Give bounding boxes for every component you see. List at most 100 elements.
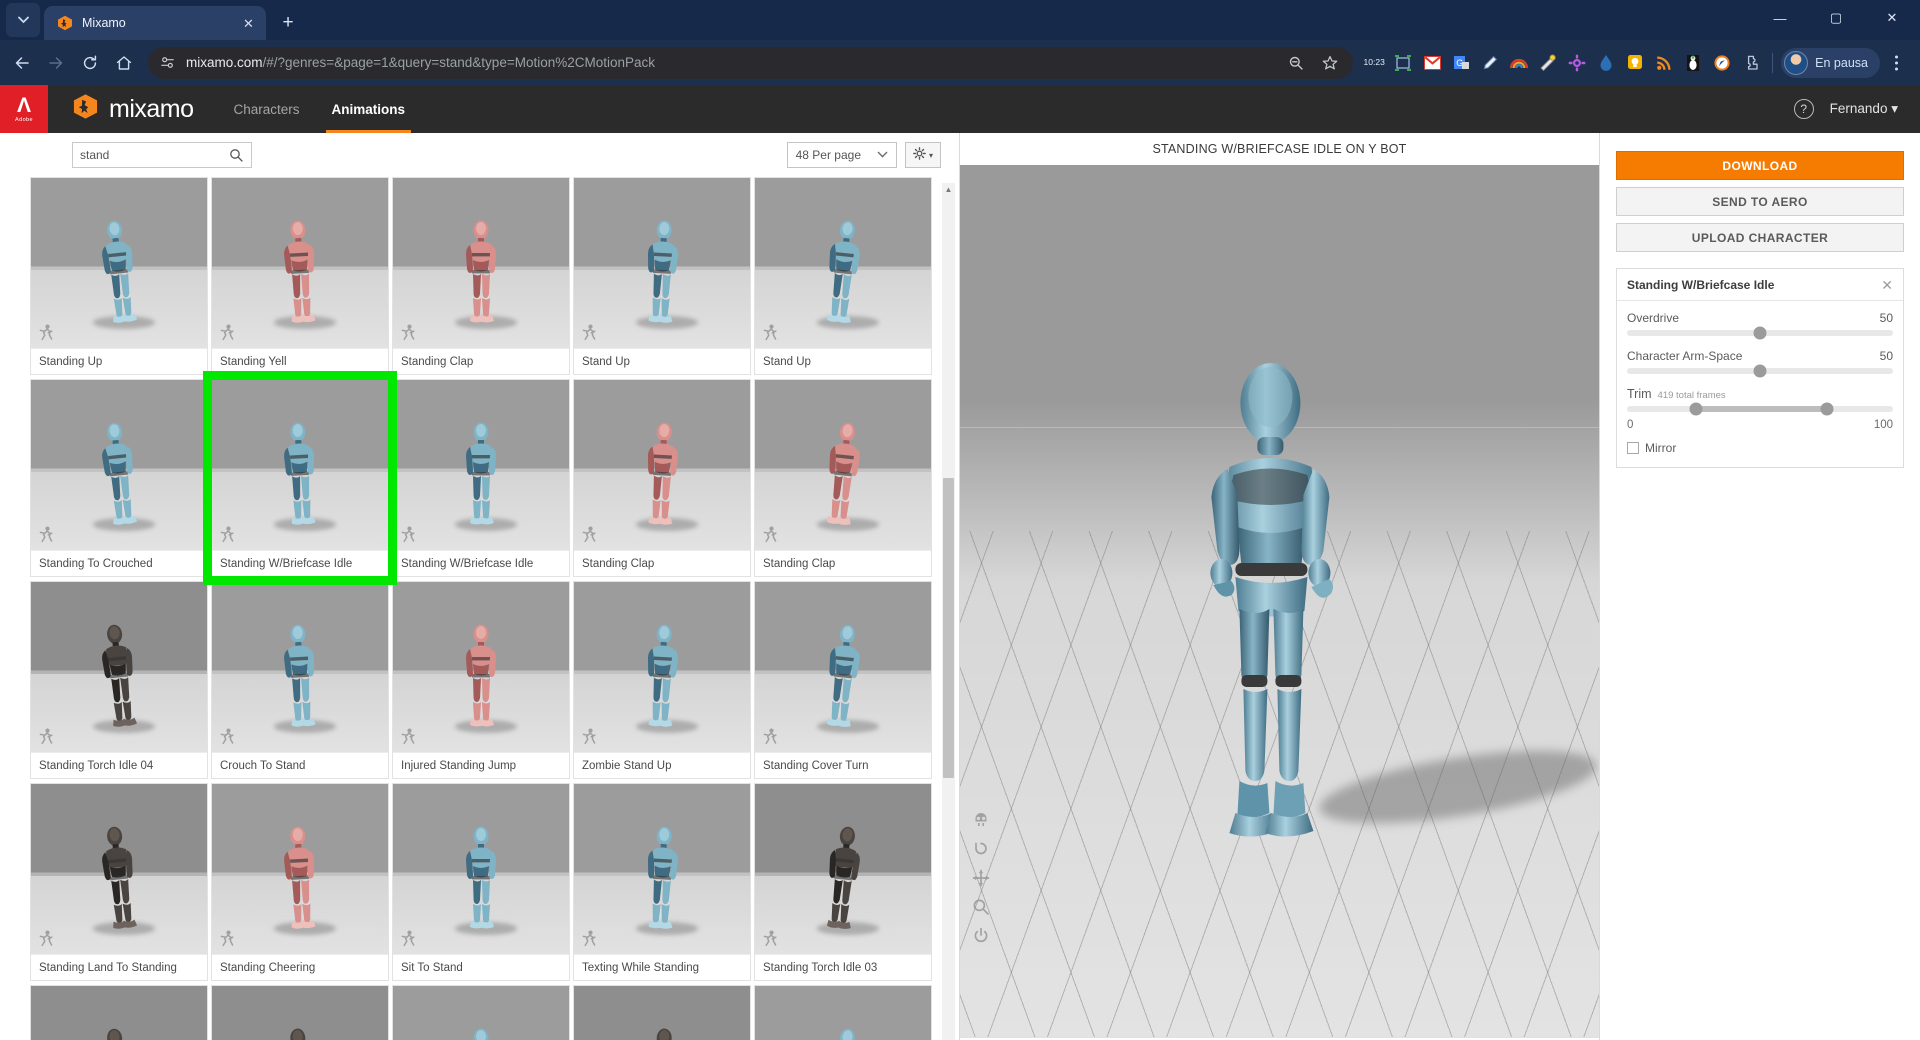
eyedropper-extension[interactable] xyxy=(1477,50,1503,76)
animation-card[interactable]: Sit To Stand xyxy=(392,783,570,981)
browser-tab[interactable]: Mixamo ✕ xyxy=(44,6,266,40)
animation-card[interactable]: Standing Torch Idle 03 xyxy=(754,783,932,981)
trim-end-handle[interactable] xyxy=(1820,402,1833,416)
running-person-icon xyxy=(762,526,778,544)
animation-card[interactable]: Standing Clap xyxy=(754,379,932,577)
kebab-menu-icon[interactable] xyxy=(1882,49,1910,77)
forward-button[interactable] xyxy=(40,47,72,79)
search-input[interactable] xyxy=(80,148,224,162)
reset-rotate-icon[interactable] xyxy=(972,840,990,858)
adobe-logo[interactable]: Λ Adobe xyxy=(0,85,48,133)
search-icon[interactable] xyxy=(228,147,244,163)
animation-card[interactable]: Standing Torch Idle 04 xyxy=(30,581,208,779)
download-button[interactable]: DOWNLOAD xyxy=(1616,151,1904,180)
minimize-button[interactable]: — xyxy=(1752,0,1808,36)
animation-card-label: Standing Cover Turn xyxy=(755,752,931,778)
close-icon[interactable]: ✕ xyxy=(1881,278,1893,292)
help-question-icon[interactable]: ? xyxy=(1793,99,1814,119)
app-body: 48 Per page xyxy=(0,133,1920,1040)
running-person-icon xyxy=(581,728,597,746)
animation-card[interactable] xyxy=(573,985,751,1040)
arm-space-slider[interactable] xyxy=(1627,364,1893,378)
zoom-icon[interactable] xyxy=(972,898,990,916)
animation-card[interactable]: Crouch To Stand xyxy=(211,581,389,779)
animation-card[interactable]: Standing To Crouched xyxy=(30,379,208,577)
animation-grid-scroll[interactable]: Standing Up Standing Yell Standing Clap Sta… xyxy=(0,177,959,1040)
address-bar[interactable]: mixamo.com/#/?genres=&page=1&query=stand… xyxy=(148,46,1354,79)
grid-settings-button[interactable]: ▾ xyxy=(905,142,941,168)
site-settings-icon[interactable] xyxy=(156,52,178,74)
trim-total-frames: 419 total frames xyxy=(1657,390,1726,401)
send-to-aero-button[interactable]: SEND TO AERO xyxy=(1616,187,1904,216)
mirror-checkbox[interactable] xyxy=(1627,442,1639,454)
pan-move-icon[interactable] xyxy=(972,869,990,887)
animation-card[interactable]: Injured Standing Jump xyxy=(392,581,570,779)
rss-feed-extension[interactable] xyxy=(1651,50,1677,76)
thumbnail-character xyxy=(96,624,142,728)
gmail-extension[interactable] xyxy=(1419,50,1445,76)
water-drop-extension[interactable] xyxy=(1593,50,1619,76)
overdrive-handle[interactable] xyxy=(1753,326,1767,340)
scroll-up-arrow[interactable]: ▲ xyxy=(942,183,955,196)
animation-card[interactable]: Standing Yell xyxy=(211,177,389,375)
zoom-out-icon[interactable] xyxy=(1283,50,1309,76)
animation-card[interactable]: Standing Clap xyxy=(573,379,751,577)
trim-slider[interactable] xyxy=(1627,402,1893,416)
browse-scrollbar[interactable]: ▲ ▼ xyxy=(942,183,955,1040)
arrow-left-icon xyxy=(15,56,29,69)
screenshot-extension[interactable] xyxy=(1390,50,1416,76)
animation-card[interactable]: Standing Cover Turn xyxy=(754,581,932,779)
animation-card[interactable] xyxy=(211,985,389,1040)
animation-card[interactable]: Standing W/Briefcase Idle xyxy=(392,379,570,577)
settings-gear-extension[interactable] xyxy=(1564,50,1590,76)
search-box[interactable] xyxy=(72,142,252,168)
per-page-select[interactable]: 48 Per page xyxy=(786,142,897,168)
character-icon[interactable] xyxy=(972,811,990,829)
animation-card[interactable]: Standing Clap xyxy=(392,177,570,375)
animation-card[interactable]: Stand Up xyxy=(573,177,751,375)
star-icon[interactable] xyxy=(1317,50,1343,76)
mixamo-user-menu[interactable]: Fernando ▾ xyxy=(1830,101,1898,117)
animation-card-selected[interactable]: Standing W/Briefcase Idle xyxy=(203,371,397,585)
arm-space-handle[interactable] xyxy=(1753,364,1767,378)
rainbow-extension[interactable] xyxy=(1506,50,1532,76)
reload-button[interactable] xyxy=(74,47,106,79)
new-tab-button[interactable]: + xyxy=(274,8,302,36)
nav-item-animations[interactable]: Animations xyxy=(316,85,422,133)
google-docs-extension[interactable]: G xyxy=(1448,50,1474,76)
animation-card[interactable]: Standing Land To Standing xyxy=(30,783,208,981)
animation-card[interactable]: Texting While Standing xyxy=(573,783,751,981)
puzzle-extensions-icon[interactable] xyxy=(1738,50,1764,76)
scrollbar-thumb[interactable] xyxy=(943,478,954,778)
back-button[interactable] xyxy=(6,47,38,79)
penguin-extension[interactable] xyxy=(1680,50,1706,76)
profile-chip[interactable]: En pausa xyxy=(1781,47,1880,78)
animation-card[interactable]: Standing Up xyxy=(30,177,208,375)
mixamo-brand[interactable]: mixamo xyxy=(72,85,194,133)
tab-search-button[interactable] xyxy=(6,3,40,37)
trim-start-handle[interactable] xyxy=(1689,402,1703,416)
close-icon[interactable]: ✕ xyxy=(239,14,258,33)
animation-card[interactable] xyxy=(392,985,570,1040)
running-person-icon xyxy=(38,324,54,342)
wizard-extension[interactable] xyxy=(1535,50,1561,76)
animation-card[interactable] xyxy=(754,985,932,1040)
animation-card[interactable]: Stand Up xyxy=(754,177,932,375)
maximize-button[interactable]: ▢ xyxy=(1808,0,1864,36)
overdrive-slider[interactable] xyxy=(1627,326,1893,340)
power-reset-icon[interactable] xyxy=(972,927,990,945)
nav-item-characters[interactable]: Characters xyxy=(218,85,316,133)
animation-card[interactable] xyxy=(30,985,208,1040)
home-button[interactable] xyxy=(108,47,140,79)
lightbulb-extension[interactable] xyxy=(1622,50,1648,76)
close-window-button[interactable]: ✕ xyxy=(1864,0,1920,36)
upload-character-button[interactable]: UPLOAD CHARACTER xyxy=(1616,223,1904,252)
mirror-row[interactable]: Mirror xyxy=(1627,441,1893,455)
animation-thumbnail xyxy=(574,784,750,954)
compass-extension[interactable] xyxy=(1709,50,1735,76)
tab-counter-extension[interactable]: 10:23 xyxy=(1361,50,1387,76)
viewer-stage[interactable] xyxy=(960,165,1599,1037)
trim-range-labels: 0 100 xyxy=(1627,419,1893,431)
animation-card[interactable]: Standing Cheering xyxy=(211,783,389,981)
animation-card[interactable]: Zombie Stand Up xyxy=(573,581,751,779)
